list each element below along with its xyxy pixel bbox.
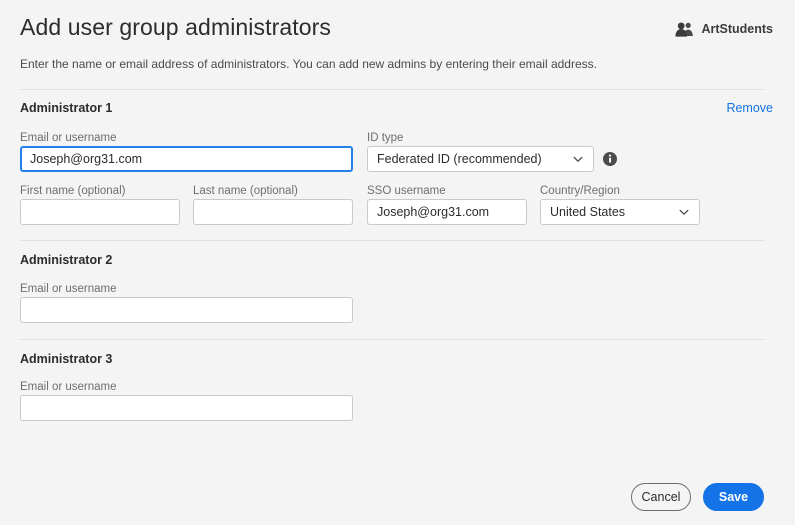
email-or-username-input-1[interactable]	[20, 146, 353, 172]
sso-username-input-1[interactable]	[367, 199, 527, 225]
organization-badge: ArtStudents	[675, 21, 773, 37]
email-or-username-input-2[interactable]	[20, 297, 353, 323]
chevron-down-icon	[678, 206, 690, 218]
email-or-username-label-3: Email or username	[20, 381, 117, 393]
country-region-select-1[interactable]: United States	[540, 199, 700, 225]
first-name-input-1[interactable]	[20, 199, 180, 225]
country-region-label-1: Country/Region	[540, 185, 620, 197]
page-header: Add user group administrators Enter the …	[0, 0, 795, 80]
email-or-username-label-2: Email or username	[20, 283, 117, 295]
save-button[interactable]: Save	[703, 483, 764, 511]
email-or-username-input-3[interactable]	[20, 395, 353, 421]
organization-name: ArtStudents	[701, 22, 773, 36]
divider-top	[20, 89, 765, 90]
chevron-down-icon	[572, 153, 584, 165]
email-or-username-label-1: Email or username	[20, 132, 117, 144]
first-name-label-1: First name (optional)	[20, 185, 126, 197]
remove-administrator-1-link[interactable]: Remove	[726, 101, 773, 115]
id-type-selected-value: Federated ID (recommended)	[377, 152, 542, 166]
administrator-2-title: Administrator 2	[20, 253, 113, 267]
page-subtitle: Enter the name or email address of admin…	[20, 57, 597, 71]
add-administrators-page: Add user group administrators Enter the …	[0, 0, 795, 525]
administrator-1-title: Administrator 1	[20, 101, 113, 115]
last-name-input-1[interactable]	[193, 199, 353, 225]
page-title: Add user group administrators	[20, 14, 331, 40]
cancel-button[interactable]: Cancel	[631, 483, 691, 511]
last-name-label-1: Last name (optional)	[193, 185, 298, 197]
info-icon[interactable]	[603, 152, 617, 166]
users-icon	[675, 21, 694, 37]
divider-after-administrator-1	[20, 240, 765, 241]
divider-after-administrator-2	[20, 339, 765, 340]
id-type-select-1[interactable]: Federated ID (recommended)	[367, 146, 594, 172]
sso-username-label-1: SSO username	[367, 185, 446, 197]
country-region-selected-value: United States	[550, 205, 626, 219]
id-type-label-1: ID type	[367, 132, 404, 144]
administrator-3-title: Administrator 3	[20, 352, 113, 366]
